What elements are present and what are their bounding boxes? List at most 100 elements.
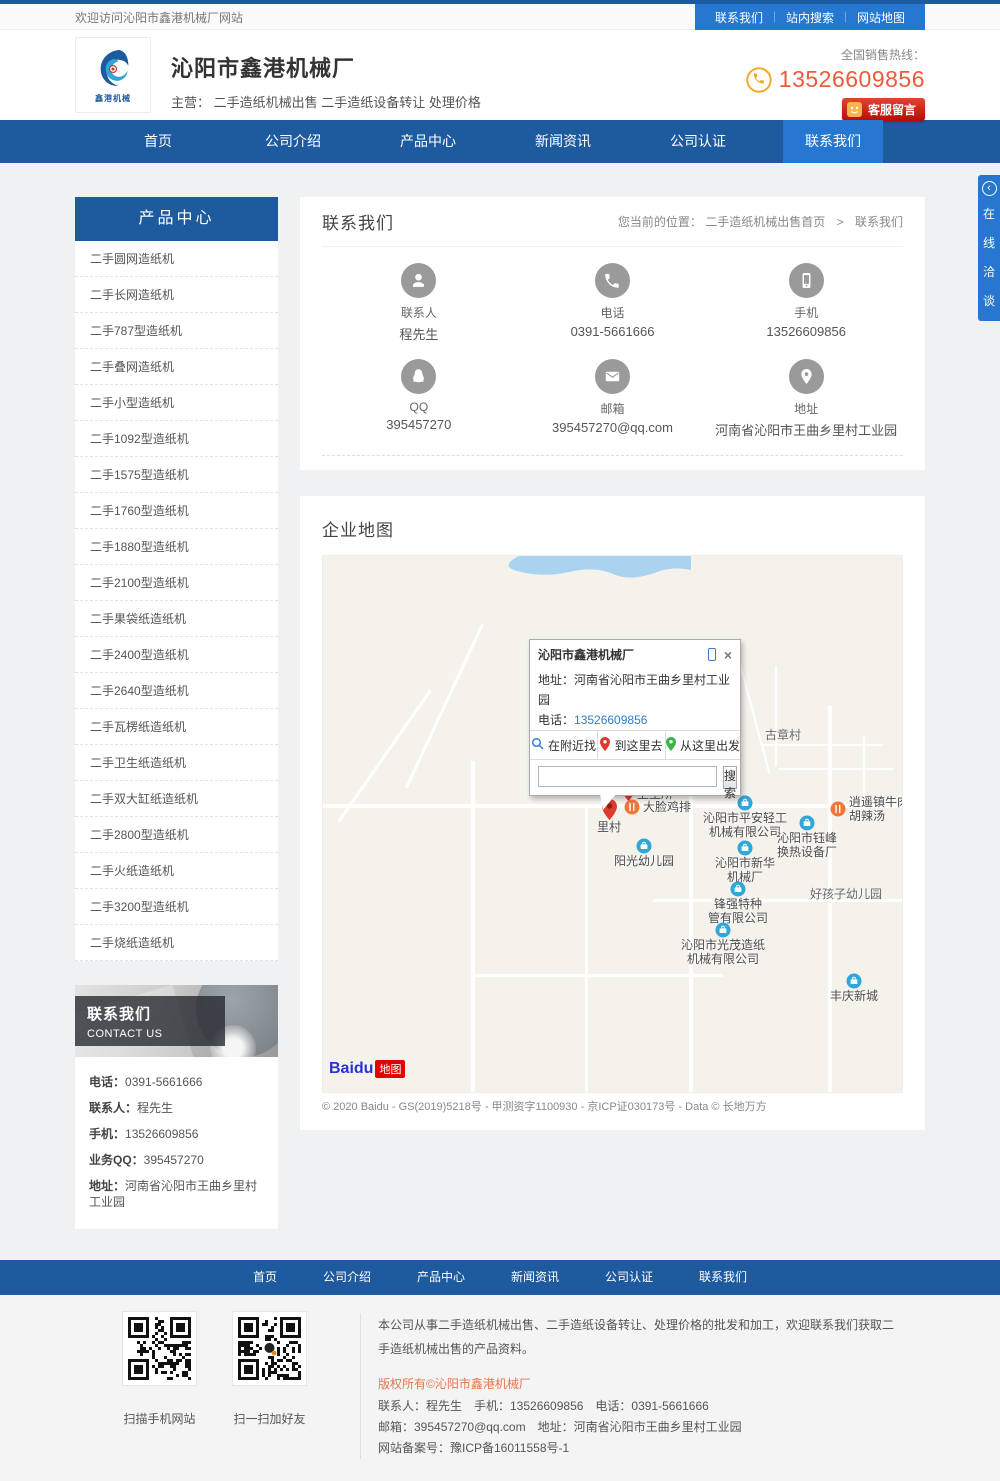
sidebar-product-item[interactable]: 二手2400型造纸机 bbox=[75, 637, 278, 673]
orange-poi-icon bbox=[624, 799, 640, 815]
map-poi[interactable]: 沁阳市新华机械厂 bbox=[715, 840, 775, 884]
sidebar-product-item[interactable]: 二手1880型造纸机 bbox=[75, 529, 278, 565]
map-poi-label: 丰庆新城 bbox=[830, 989, 878, 1003]
fnav-item-0[interactable]: 首页 bbox=[230, 1260, 300, 1295]
topbar-link-0[interactable]: 联系我们 bbox=[709, 9, 769, 26]
map-road bbox=[337, 690, 431, 823]
map-poi[interactable]: 沁阳市钰峰换热设备厂 bbox=[777, 815, 837, 859]
sidebar-product-item[interactable]: 二手长网造纸机 bbox=[75, 277, 278, 313]
breadcrumb: 您当前的位置： 二手造纸机械出售首页 > 联系我们 bbox=[618, 213, 903, 230]
nav-item-3[interactable]: 新闻资讯 bbox=[513, 120, 613, 163]
map-action-pin-red[interactable]: 到这里去 bbox=[598, 731, 666, 759]
sidebar-product-item[interactable]: 二手瓦楞纸造纸机 bbox=[75, 709, 278, 745]
map-poi[interactable]: 大脸鸡排 bbox=[624, 799, 691, 815]
online-chat-bar[interactable]: 在线洽谈 bbox=[978, 175, 1000, 321]
fnav-item-5[interactable]: 联系我们 bbox=[676, 1260, 770, 1295]
footer-copyright: 版权所有©沁阳市鑫港机械厂 bbox=[378, 1374, 905, 1395]
welcome-text: 欢迎访问沁阳市鑫港机械厂网站 bbox=[75, 9, 243, 26]
site-header: 鑫港机械 沁阳市鑫港机械厂 主营： 二手造纸机械出售 二手造纸设备转让 处理价格… bbox=[0, 30, 1000, 120]
topbar-link-2[interactable]: 网站地图 bbox=[851, 9, 911, 26]
map-poi-label: 沁阳市平安轻工机械有限公司 bbox=[703, 811, 787, 839]
nav-item-5[interactable]: 联系我们 bbox=[783, 120, 883, 163]
nav-item-4[interactable]: 公司认证 bbox=[648, 120, 748, 163]
map-action-pin-green[interactable]: 从这里出发 bbox=[666, 731, 740, 759]
phone-icon bbox=[746, 67, 772, 93]
contact-card-value: 河南省沁阳市王曲乡里村工业园 bbox=[709, 420, 903, 439]
breadcrumb-home-link[interactable]: 二手造纸机械出售首页 bbox=[705, 215, 825, 229]
map-poi[interactable]: 锋强特种管有限公司 bbox=[708, 881, 768, 925]
sidebar-contact-line: 地址：河南省沁阳市王曲乡里村工业园 bbox=[89, 1173, 264, 1215]
sidebar-product-item[interactable]: 二手叠网造纸机 bbox=[75, 349, 278, 385]
map-search-button[interactable]: 搜索 bbox=[723, 766, 737, 789]
sidebar-product-item[interactable]: 二手1760型造纸机 bbox=[75, 493, 278, 529]
sidebar-product-item[interactable]: 二手2800型造纸机 bbox=[75, 817, 278, 853]
map-road bbox=[778, 768, 893, 770]
magnifier-icon bbox=[531, 737, 544, 753]
sidebar-product-item[interactable]: 二手果袋纸造纸机 bbox=[75, 601, 278, 637]
baidu-maps-logo: Baidu 地图 bbox=[329, 1060, 405, 1078]
customer-message-button[interactable]: 客服留言 bbox=[842, 98, 925, 121]
company-logo: 鑫港机械 bbox=[75, 37, 151, 113]
qr-code-image bbox=[232, 1311, 307, 1386]
breadcrumb-separator: > bbox=[837, 215, 844, 229]
sidebar-product-item[interactable]: 二手小型造纸机 bbox=[75, 385, 278, 421]
sidebar-product-item[interactable]: 二手双大缸纸造纸机 bbox=[75, 781, 278, 817]
sidebar-contact-line: 联系人：程先生 bbox=[89, 1095, 264, 1121]
map-poi[interactable]: 逍遥镇牛肉胡辣汤 bbox=[830, 795, 903, 823]
contact-card: 联系人程先生 bbox=[322, 263, 516, 343]
pin-red-icon bbox=[600, 737, 610, 754]
nav-item-0[interactable]: 首页 bbox=[108, 120, 208, 163]
sidebar-product-item[interactable]: 二手烧纸造纸机 bbox=[75, 925, 278, 961]
sidebar-product-item[interactable]: 二手1575型造纸机 bbox=[75, 457, 278, 493]
map-poi[interactable]: 沁阳市平安轻工机械有限公司 bbox=[703, 795, 787, 839]
contact-card: 邮箱 395457270@qq.com bbox=[516, 359, 710, 439]
sidebar-product-item[interactable]: 二手卫生纸造纸机 bbox=[75, 745, 278, 781]
mobile-view-icon[interactable] bbox=[708, 648, 716, 661]
footer-icp: 网站备案号：豫ICP备16011558号-1 bbox=[378, 1438, 905, 1459]
info-phone-value: 13526609856 bbox=[574, 713, 647, 727]
fnav-item-1[interactable]: 公司介绍 bbox=[300, 1260, 394, 1295]
fnav-item-3[interactable]: 新闻资讯 bbox=[488, 1260, 582, 1295]
nav-item-2[interactable]: 产品中心 bbox=[378, 120, 478, 163]
contact-card-label: 邮箱 bbox=[516, 400, 710, 417]
sidebar-product-item[interactable]: 二手2640型造纸机 bbox=[75, 673, 278, 709]
topbar-link-1[interactable]: 站内搜索 bbox=[780, 9, 840, 26]
sidebar-contact-banner: 联系我们 CONTACT US bbox=[75, 985, 278, 1057]
fnav-item-4[interactable]: 公司认证 bbox=[582, 1260, 676, 1295]
contact-card-value: 0391-5661666 bbox=[516, 324, 710, 339]
mail-icon bbox=[595, 359, 630, 394]
map-action-magnifier[interactable]: 在附近找 bbox=[530, 731, 598, 759]
page-title: 联系我们 bbox=[322, 209, 394, 234]
map-attribution: © 2020 Baidu - GS(2019)5218号 - 甲测资字11009… bbox=[322, 1093, 903, 1122]
dashed-divider bbox=[322, 455, 903, 456]
contact-card-label: 联系人 bbox=[322, 304, 516, 321]
map-canvas[interactable]: 沁阳市鑫港机械厂 地址：河南省沁阳市王曲乡里村工业园 电话：135 bbox=[322, 555, 903, 1093]
sidebar-product-item[interactable]: 二手火纸造纸机 bbox=[75, 853, 278, 889]
topbar-link-separator: ｜ bbox=[769, 9, 780, 25]
qr-code-image bbox=[122, 1311, 197, 1386]
sidebar-product-item[interactable]: 二手圆网造纸机 bbox=[75, 241, 278, 277]
nav-item-1[interactable]: 公司介绍 bbox=[243, 120, 343, 163]
sidebar-product-item[interactable]: 二手3200型造纸机 bbox=[75, 889, 278, 925]
contact-card: 手机13526609856 bbox=[709, 263, 903, 343]
person-icon bbox=[401, 263, 436, 298]
info-address-label: 地址： bbox=[538, 673, 574, 687]
logo-swirl-icon bbox=[90, 46, 136, 92]
close-icon[interactable] bbox=[724, 649, 732, 661]
sidebar-contact-title: 联系我们 bbox=[87, 1003, 213, 1024]
blue-poi-icon bbox=[737, 840, 753, 856]
sidebar-contact-box: 联系我们 CONTACT US 电话：0391-5661666联系人：程先生手机… bbox=[75, 985, 278, 1229]
topbar: 欢迎访问沁阳市鑫港机械厂网站 联系我们｜站内搜索｜网站地图 bbox=[0, 4, 1000, 30]
map-poi[interactable]: 沁阳市光茂造纸机械有限公司 bbox=[681, 922, 765, 966]
info-phone-label: 电话： bbox=[538, 713, 574, 727]
company-tagline: 主营： 二手造纸机械出售 二手造纸设备转让 处理价格 bbox=[171, 92, 481, 111]
fnav-item-2[interactable]: 产品中心 bbox=[394, 1260, 488, 1295]
map-poi[interactable]: 丰庆新城 bbox=[830, 973, 878, 1003]
map-search-input[interactable] bbox=[538, 766, 717, 787]
map-poi-label: 沁阳市光茂造纸机械有限公司 bbox=[681, 938, 765, 966]
sidebar-product-item[interactable]: 二手787型造纸机 bbox=[75, 313, 278, 349]
map-poi[interactable]: 阳光幼儿园 bbox=[614, 838, 674, 868]
contact-card-value: 395457270@qq.com bbox=[516, 420, 710, 435]
sidebar-product-item[interactable]: 二手1092型造纸机 bbox=[75, 421, 278, 457]
sidebar-product-item[interactable]: 二手2100型造纸机 bbox=[75, 565, 278, 601]
